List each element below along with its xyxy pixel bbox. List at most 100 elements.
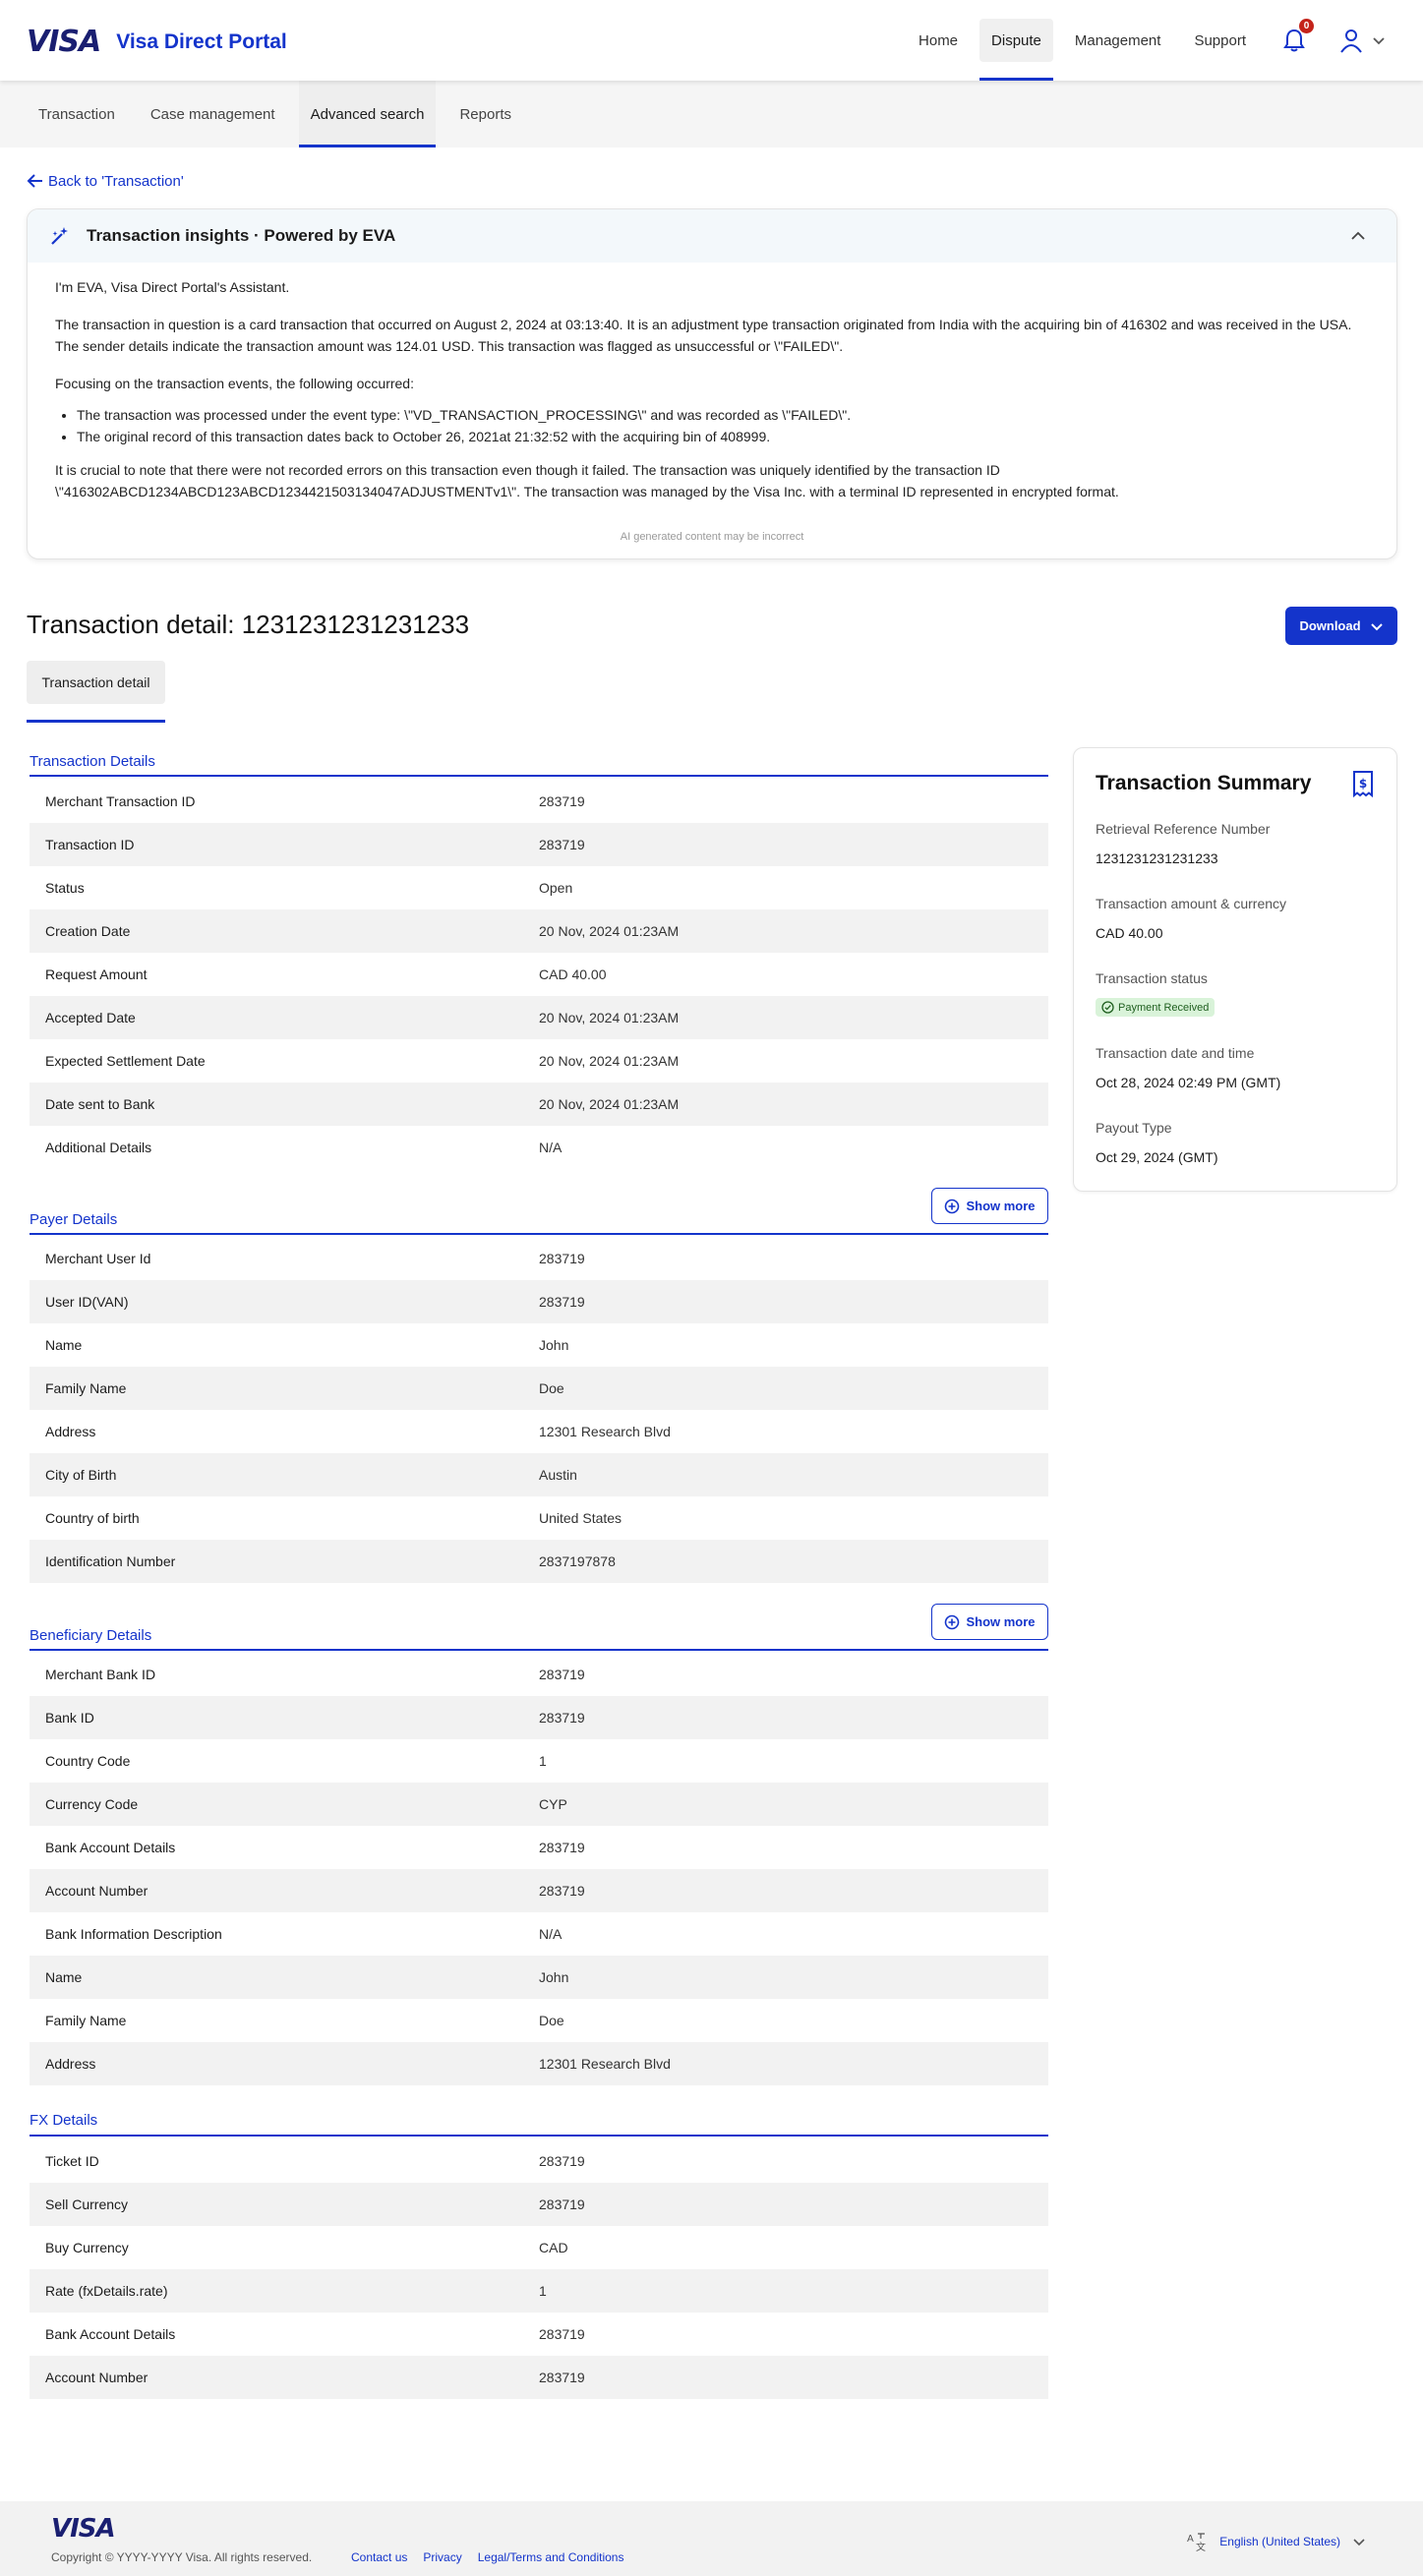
svg-text:A: A — [1187, 2534, 1194, 2545]
footer: VISA Copyright © YYYY-YYYY Visa. All rig… — [0, 2501, 1423, 2576]
field-value: 283719 — [539, 2196, 585, 2212]
brand[interactable]: VISA Visa Direct Portal — [27, 25, 287, 59]
nav-management[interactable]: Management — [1063, 19, 1173, 62]
tab-transaction-detail[interactable]: Transaction detail — [27, 661, 165, 704]
field-label: Bank Account Details — [45, 1840, 176, 1855]
field-label: Buy Currency — [45, 2240, 129, 2255]
field-label: Bank Account Details — [45, 2326, 176, 2342]
summary-label: Retrieval Reference Number — [1096, 821, 1271, 837]
summary-title: Transaction Summary — [1096, 772, 1312, 794]
field-value: John — [539, 1969, 569, 1985]
nav-support[interactable]: Support — [1182, 19, 1258, 62]
footer-link-privacy[interactable]: Privacy — [423, 2550, 461, 2564]
field-value: 283719 — [539, 793, 585, 809]
table-row: City of Birth Austin — [30, 1453, 1048, 1496]
field-value: 2837197878 — [539, 1553, 616, 1569]
field-label: Family Name — [45, 2013, 127, 2028]
field-label: Additional Details — [45, 1140, 152, 1155]
table-row: Expected Settlement Date 20 Nov, 2024 01:… — [30, 1039, 1048, 1083]
table-row: Buy Currency CAD — [30, 2226, 1048, 2269]
summary-label: Transaction amount & currency — [1096, 896, 1287, 911]
table-row: Ticket ID 283719 — [30, 2139, 1048, 2183]
section-transaction-details-title: Transaction Details — [30, 753, 155, 770]
field-label: Rate (fxDetails.rate) — [45, 2283, 168, 2299]
table-row: Transaction ID 283719 — [30, 823, 1048, 866]
summary-label: Transaction date and time — [1096, 1045, 1255, 1061]
chevron-up-icon[interactable] — [1349, 227, 1367, 245]
copyright: Copyright © YYYY-YYYY Visa. All rights r… — [51, 2550, 313, 2564]
eva-paragraph-3: It is crucial to note that there were no… — [55, 462, 1119, 499]
notifications-button[interactable]: 0 — [1280, 19, 1314, 54]
field-value: 283719 — [539, 1710, 585, 1726]
field-label: Currency Code — [45, 1796, 139, 1812]
field-label: Account Number — [45, 1883, 148, 1899]
field-value: 283719 — [539, 1840, 585, 1855]
field-value: Doe — [539, 1380, 564, 1396]
table-row: Merchant User Id 283719 — [30, 1237, 1048, 1280]
section-beneficiary-details-title: Beneficiary Details — [30, 1627, 152, 1644]
section-divider — [30, 775, 1048, 777]
sparkle-wand-icon — [51, 227, 68, 245]
chevron-down-icon — [1373, 37, 1385, 45]
eva-bullet: The original record of this transaction … — [77, 426, 1369, 447]
status-text: Payment Received — [1118, 1001, 1210, 1014]
section-fx-details-title: FX Details — [30, 2112, 98, 2129]
nav-home[interactable]: Home — [907, 19, 970, 62]
download-button[interactable]: Download — [1285, 607, 1397, 645]
table-row: Address 12301 Research Blvd — [30, 2042, 1048, 2085]
summary-value: 1231231231231233 — [1096, 850, 1218, 866]
ai-disclaimer: AI generated content may be incorrect — [620, 531, 804, 543]
summary-datetime: Transaction date and time Oct 28, 2024 0… — [1096, 1045, 1280, 1090]
eva-header[interactable]: Transaction insights · Powered by EVA — [28, 209, 1396, 263]
table-row: Request Amount CAD 40.00 — [30, 953, 1048, 996]
field-value: Austin — [539, 1467, 577, 1483]
translate-icon: A文 — [1187, 2533, 1206, 2552]
show-more-button[interactable]: Show more — [931, 1604, 1048, 1640]
visa-logo: VISA — [27, 25, 101, 59]
field-value: 12301 Research Blvd — [539, 2056, 671, 2072]
summary-rrn: Retrieval Reference Number 1231231231231… — [1096, 821, 1270, 866]
back-link[interactable]: Back to 'Transaction' — [27, 172, 184, 190]
field-label: Bank ID — [45, 1710, 94, 1726]
field-label: Date sent to Bank — [45, 1096, 155, 1112]
svg-text:文: 文 — [1196, 2541, 1206, 2552]
tab-advanced-search[interactable]: Advanced search — [298, 81, 437, 147]
table-row: Accepted Date 20 Nov, 2024 01:23AM — [30, 996, 1048, 1039]
tab-reports[interactable]: Reports — [447, 81, 523, 147]
sub-nav: Transaction Case management Advanced sea… — [0, 81, 1423, 147]
plus-circle-icon — [945, 1199, 960, 1213]
tab-case-management[interactable]: Case management — [139, 81, 287, 147]
footer-visa-logo: VISA — [51, 2514, 116, 2544]
field-value: 1 — [539, 2283, 547, 2299]
nav-dispute[interactable]: Dispute — [979, 19, 1053, 81]
language-selector[interactable]: A文 English (United States) — [1186, 2531, 1366, 2552]
field-label: Request Amount — [45, 966, 148, 982]
field-value: 1 — [539, 1753, 547, 1769]
summary-value: CAD 40.00 — [1096, 925, 1163, 941]
svg-text:$: $ — [1359, 777, 1367, 790]
field-label: Sell Currency — [45, 2196, 129, 2212]
table-row: Country of birth United States — [30, 1496, 1048, 1540]
table-row: Account Number 283719 — [30, 2356, 1048, 2399]
field-value: 283719 — [539, 1294, 585, 1310]
profile-menu[interactable] — [1337, 27, 1387, 54]
footer-link-legal[interactable]: Legal/Terms and Conditions — [478, 2550, 624, 2564]
field-value: 283719 — [539, 1667, 585, 1682]
table-row: Address 12301 Research Blvd — [30, 1410, 1048, 1453]
show-more-label: Show more — [966, 1614, 1036, 1629]
field-value: 20 Nov, 2024 01:23AM — [539, 1010, 680, 1025]
table-row: Account Number 283719 — [30, 1869, 1048, 1912]
show-more-button[interactable]: Show more — [931, 1188, 1048, 1224]
eva-paragraph-2: Focusing on the transaction events, the … — [55, 376, 414, 391]
notification-badge: 0 — [1299, 19, 1314, 33]
table-row: Date sent to Bank 20 Nov, 2024 01:23AM — [30, 1083, 1048, 1126]
field-label: Merchant Transaction ID — [45, 793, 196, 809]
footer-links: Contact us Privacy Legal/Terms and Condi… — [351, 2550, 639, 2564]
field-label: Creation Date — [45, 923, 131, 939]
tab-transaction[interactable]: Transaction — [27, 81, 127, 147]
field-value: N/A — [539, 1140, 563, 1155]
user-icon — [1340, 29, 1362, 53]
field-label: Bank Information Description — [45, 1926, 222, 1942]
footer-link-contact[interactable]: Contact us — [351, 2550, 407, 2564]
field-value: 283719 — [539, 1251, 585, 1266]
